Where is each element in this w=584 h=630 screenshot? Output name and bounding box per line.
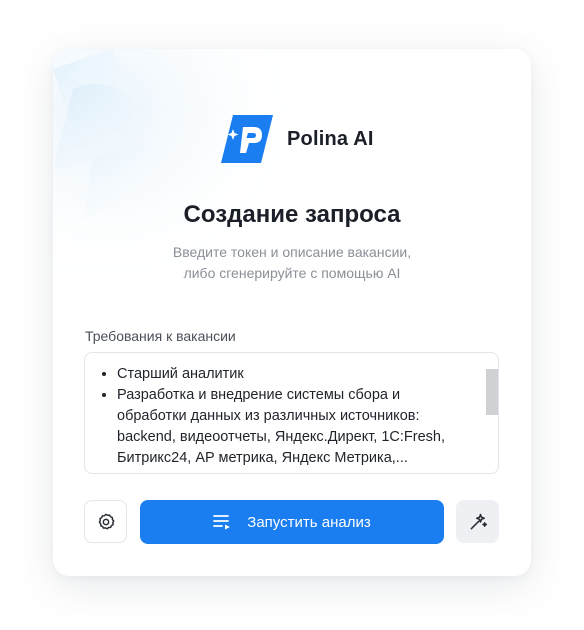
ai-generate-button[interactable]: [456, 500, 499, 543]
requirements-textarea[interactable]: Старший аналитик Разработка и внедрение …: [84, 352, 499, 474]
request-card: Polina AI Создание запроса Введите токен…: [53, 49, 531, 576]
requirements-item: Старший аналитик: [117, 364, 468, 385]
magic-wand-icon: [468, 512, 488, 532]
requirements-item: Разработка и внедрение системы сбора и о…: [117, 385, 468, 469]
run-analysis-button[interactable]: Запустить анализ: [140, 500, 444, 544]
requirements-label: Требования к вакансии: [85, 328, 236, 344]
brand: Polina AI: [221, 115, 374, 163]
requirements-list: Старший аналитик Разработка и внедрение …: [85, 353, 498, 469]
brand-name: Polina AI: [287, 127, 374, 150]
subtitle-line: Введите токен и описание вакансии,: [172, 244, 412, 260]
page-subtitle: Введите токен и описание вакансии, либо …: [53, 242, 531, 284]
settings-button[interactable]: [84, 500, 127, 543]
page-title: Создание запроса: [183, 201, 401, 228]
run-analysis-label: Запустить анализ: [247, 513, 371, 531]
list-play-icon: [213, 514, 233, 530]
textarea-scrollbar[interactable]: [486, 369, 498, 415]
gear-icon: [96, 512, 116, 532]
polina-logo-icon: [221, 115, 273, 163]
subtitle-line: либо сгенерируйте с помощью AI: [183, 265, 401, 281]
